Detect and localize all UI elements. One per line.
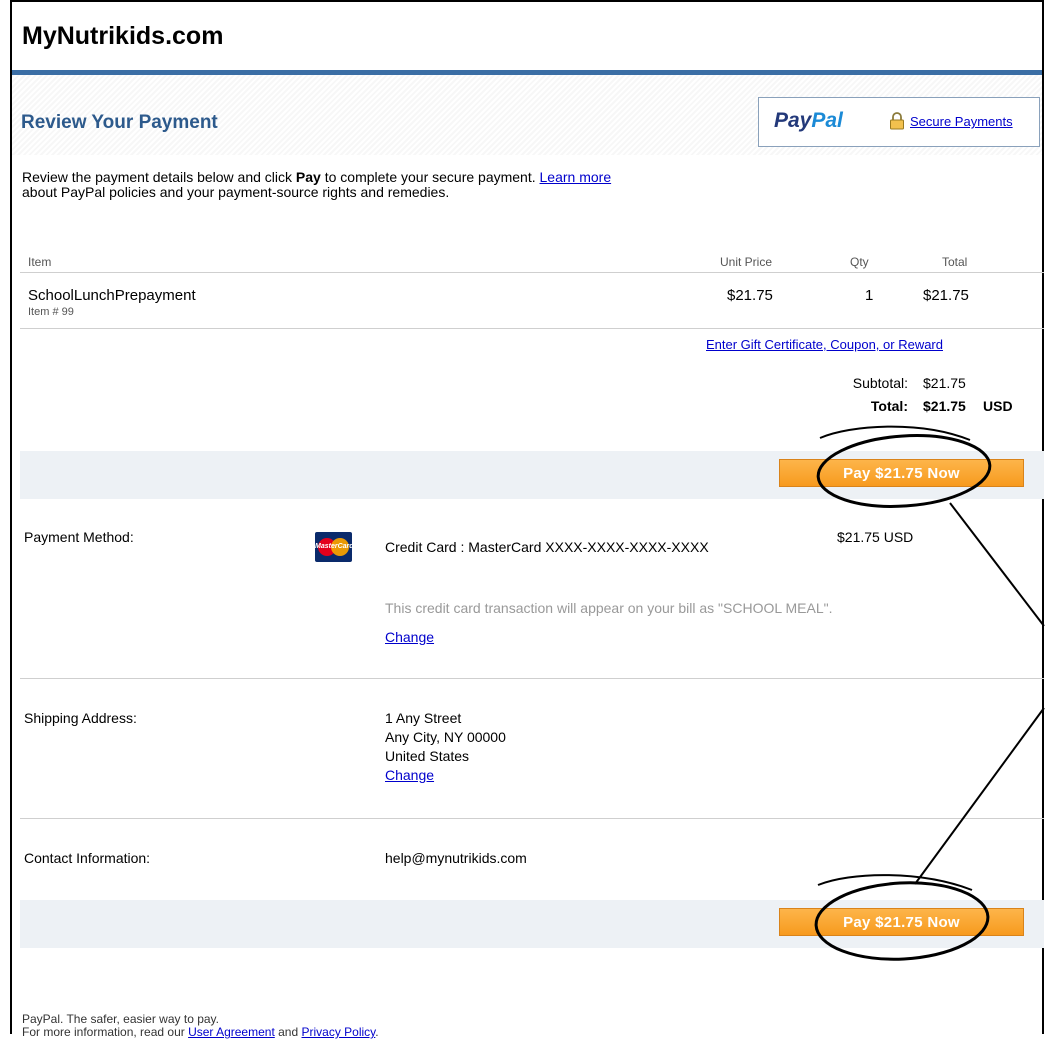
card-description: Credit Card : MasterCard XXXX-XXXX-XXXX-… [385,539,709,555]
mastercard-icon: MasterCard [315,532,352,562]
intro-pay-bold: Pay [295,169,321,185]
mastercard-icon-text: MasterCard [315,543,352,550]
pay-band-bottom: Pay $21.75 Now [20,900,1044,948]
intro-part1: Review the payment details below and cli… [22,169,296,185]
subtotal-value: $21.75 [923,375,966,391]
divider [20,272,1044,273]
statement-note: This credit card transaction will appear… [385,600,833,616]
site-title: MyNutrikids.com [22,22,224,50]
pay-band-top: Pay $21.75 Now [20,451,1044,499]
footer-info-text: For more information, read our [22,1025,189,1039]
payment-method-label: Payment Method: [24,529,134,545]
column-header-item: Item [28,255,52,269]
pay-now-button-bottom[interactable]: Pay $21.75 Now [779,908,1024,936]
item-qty: 1 [865,287,874,304]
paypal-logo-pay: Pay [774,109,812,132]
footer-period: . [375,1025,379,1039]
paypal-logo: PayPal [774,109,843,133]
intro-text: Review the payment details below and cli… [22,170,782,200]
footer-and-text: and [274,1025,302,1039]
privacy-policy-link[interactable]: Privacy Policy [302,1025,376,1039]
paypal-logo-pal: Pal [811,109,843,132]
change-payment-link[interactable]: Change [385,629,434,645]
paypal-badge: PayPal Secure Payments [758,97,1040,147]
shipping-line-1: 1 Any Street [385,710,462,726]
column-header-unit-price: Unit Price [720,255,773,269]
gift-coupon-link[interactable]: Enter Gift Certificate, Coupon, or Rewar… [706,337,943,352]
review-header-band: Review Your Payment PayPal Secure Paymen… [12,75,1042,155]
shipping-line-2: Any City, NY 00000 [385,729,506,745]
divider [20,818,1044,819]
user-agreement-link[interactable]: User Agreement [188,1025,275,1039]
item-unit-price: $21.75 [727,287,773,304]
payment-amount: $21.75 USD [837,529,914,545]
lock-icon [890,112,904,130]
subtotal-label: Subtotal: [852,375,908,391]
shipping-line-3: United States [385,748,470,764]
contact-email: help@mynutrikids.com [385,850,527,866]
contact-information-label: Contact Information: [24,850,151,866]
shipping-address-label: Shipping Address: [24,710,137,726]
column-header-qty: Qty [850,255,869,269]
footer-tagline: PayPal. The safer, easier way to pay. [22,1012,219,1026]
page-frame: MyNutrikids.com Review Your Payment PayP… [10,0,1044,1039]
site-header: MyNutrikids.com [12,2,1042,75]
total-currency: USD [983,398,1013,414]
item-number: Item # 99 [28,306,74,318]
column-header-total: Total [942,255,968,269]
item-name: SchoolLunchPrepayment [28,287,196,304]
total-value: $21.75 [923,398,966,414]
intro-part3: about PayPal policies and your payment-s… [22,184,450,200]
footer: PayPal. The safer, easier way to pay. Fo… [22,1013,379,1039]
secure-payments-link[interactable]: Secure Payments [910,114,1013,129]
page-title: Review Your Payment [21,112,218,133]
intro-part2: to complete your secure payment. [320,169,540,185]
pay-now-button-top[interactable]: Pay $21.75 Now [779,459,1024,487]
change-shipping-link[interactable]: Change [385,767,434,783]
learn-more-link[interactable]: Learn more [540,169,612,185]
item-total: $21.75 [923,287,969,304]
divider [20,678,1044,679]
total-label: Total: [870,398,908,414]
divider [20,328,1044,329]
